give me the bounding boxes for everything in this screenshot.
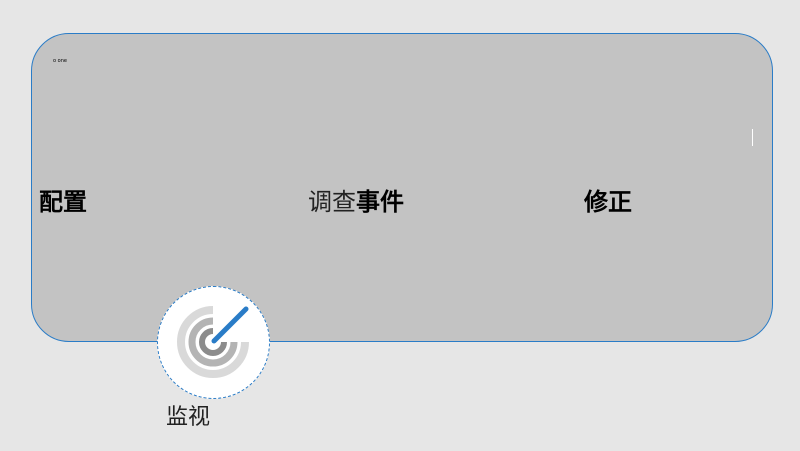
monitor-stage-circle	[157, 286, 270, 399]
stage-configure: 配置	[39, 188, 87, 216]
radar-icon	[177, 306, 249, 378]
stage-incidents-label: 事件	[356, 188, 404, 216]
panel-tick-mark	[752, 129, 753, 146]
stage-investigate-incidents: 调查事件	[308, 188, 404, 217]
panel-small-label: o one	[53, 58, 67, 64]
stage-remediate: 修正	[584, 188, 632, 216]
monitor-stage-label: 监视	[166, 405, 211, 430]
stage-investigate-label: 调查	[308, 188, 356, 216]
